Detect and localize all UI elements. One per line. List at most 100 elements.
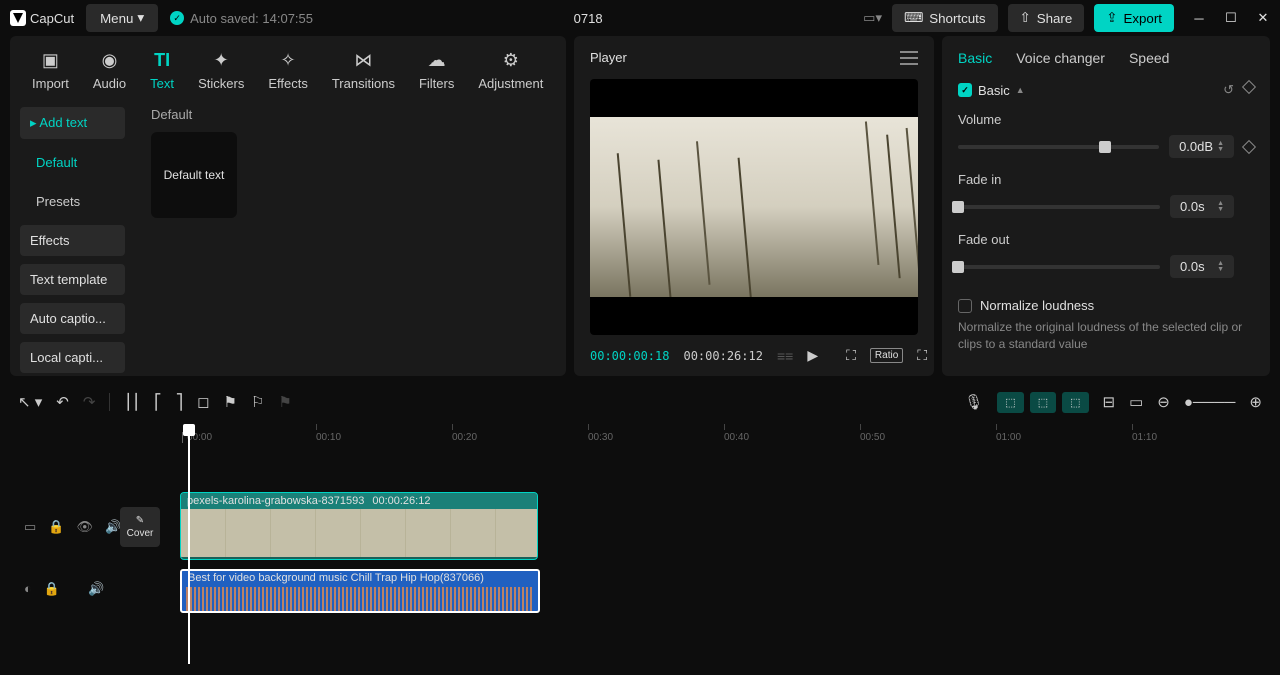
crop-tool-icon[interactable]: ◻ xyxy=(197,393,209,411)
tab-stickers[interactable]: ✦Stickers xyxy=(188,44,254,95)
titlebar-actions: ▭▾ ⌨ Shortcuts ⇧ Share ⇪ Export ─ ☐ ✕ xyxy=(863,4,1270,32)
snap-3-icon[interactable]: ⬚ xyxy=(1062,392,1088,413)
crop-icon[interactable]: ⛶ xyxy=(846,347,856,364)
volume-value[interactable]: 0.0dB▲▼ xyxy=(1169,135,1234,158)
tab-text[interactable]: TIText xyxy=(140,44,184,95)
player-title: Player xyxy=(590,50,627,65)
minimize-icon[interactable]: ─ xyxy=(1192,11,1206,25)
compare-icon[interactable]: ≡≡ xyxy=(777,348,793,364)
volume-keyframe-icon[interactable] xyxy=(1242,139,1256,153)
select-tool-icon[interactable]: ↖ ▾ xyxy=(18,393,42,411)
ruler-tick: 00:20 xyxy=(452,432,477,443)
track-mute-icon[interactable]: 🔊 xyxy=(105,519,121,535)
export-button[interactable]: ⇪ Export xyxy=(1094,4,1174,32)
normalize-checkbox[interactable] xyxy=(958,299,972,313)
track-visibility-icon[interactable]: 👁 xyxy=(76,519,93,535)
project-title: 0718 xyxy=(325,11,851,26)
ratio-button[interactable]: Ratio xyxy=(870,348,903,363)
tab-audio[interactable]: ◉Audio xyxy=(83,44,136,95)
track-lock-icon[interactable]: 🔒 xyxy=(48,519,64,535)
player-viewport[interactable] xyxy=(590,79,918,335)
fade-out-slider[interactable] xyxy=(958,265,1160,269)
audio-lock-icon[interactable]: 🔒 xyxy=(44,581,60,597)
audio-mute-icon[interactable]: 🔊 xyxy=(88,581,104,597)
default-text-preset[interactable]: Default text xyxy=(151,132,237,218)
snap-1-icon[interactable]: ⬚ xyxy=(997,392,1023,413)
align-icon[interactable]: ⊟ xyxy=(1103,393,1116,411)
reset-icon[interactable]: ↺ xyxy=(1223,82,1234,98)
sidebar-local-captions[interactable]: Local capti... xyxy=(20,342,125,373)
timeline-ruler[interactable]: 00:00 00:10 00:20 00:30 00:40 00:50 01:0… xyxy=(170,424,1270,452)
autosave-status: ✓ Auto saved: 14:07:55 xyxy=(170,11,313,26)
chevron-up-icon[interactable]: ▲ xyxy=(1016,85,1025,95)
tab-adjustment[interactable]: ⚙Adjustment xyxy=(468,44,553,95)
flag-icon[interactable]: ⚑ xyxy=(278,393,291,411)
tab-voice-changer[interactable]: Voice changer xyxy=(1016,50,1105,66)
tab-speed[interactable]: Speed xyxy=(1129,50,1169,66)
fade-in-slider[interactable] xyxy=(958,205,1160,209)
zoom-in-icon[interactable]: ⊕ xyxy=(1249,393,1262,411)
aspect-ratio-icon[interactable]: ▭▾ xyxy=(863,10,882,26)
redo-icon[interactable]: ↷ xyxy=(83,393,96,411)
maximize-icon[interactable]: ☐ xyxy=(1224,11,1238,25)
track-collapse-icon[interactable]: ▭ xyxy=(24,519,36,535)
audio-clip-header: Best for video background music Chill Tr… xyxy=(182,571,538,585)
top-tabs: ▣Import ◉Audio TIText ✦Stickers ✧Effects… xyxy=(10,36,566,95)
timeline[interactable]: 00:00 00:10 00:20 00:30 00:40 00:50 01:0… xyxy=(10,424,1270,612)
video-clip[interactable]: pexels-karolina-grabowska-8371593 00:00:… xyxy=(180,492,538,560)
ruler-tick: 01:00 xyxy=(996,432,1021,443)
trim-left-icon[interactable]: ⎡ xyxy=(154,393,162,411)
left-content: ▸ Add text Default Presets Effects Text … xyxy=(10,95,566,385)
transitions-icon: ⋈ xyxy=(351,48,375,72)
snap-group: ⬚ ⬚ ⬚ xyxy=(997,392,1088,413)
keyframe-icon[interactable] xyxy=(1242,80,1256,94)
basic-section-header: ✓ Basic ▲ ↺ xyxy=(958,82,1254,98)
volume-slider[interactable] xyxy=(958,145,1159,149)
fade-in-value[interactable]: 0.0s▲▼ xyxy=(1170,195,1234,218)
playhead[interactable] xyxy=(188,424,190,664)
ruler-tick: 01:10 xyxy=(1132,432,1157,443)
audio-track-icon[interactable]: ◐ xyxy=(24,581,32,597)
mic-icon[interactable]: 🎙 xyxy=(964,393,983,411)
marker-out-icon[interactable]: ⚐ xyxy=(251,393,264,411)
chevron-down-icon: ▾ xyxy=(137,10,144,26)
sidebar-text-template[interactable]: Text template xyxy=(20,264,125,295)
sidebar-default[interactable]: Default xyxy=(20,147,125,178)
basic-toggle-icon[interactable]: ✓ xyxy=(958,83,972,97)
tab-import[interactable]: ▣Import xyxy=(22,44,79,95)
play-icon[interactable]: ▶ xyxy=(807,347,818,364)
sidebar-presets[interactable]: Presets xyxy=(20,186,125,217)
share-button[interactable]: ⇧ Share xyxy=(1008,4,1085,32)
audio-clip[interactable]: Best for video background music Chill Tr… xyxy=(180,569,540,613)
tab-filters[interactable]: ☁Filters xyxy=(409,44,464,95)
zoom-out-icon[interactable]: ⊖ xyxy=(1157,393,1170,411)
text-sidebar: ▸ Add text Default Presets Effects Text … xyxy=(10,95,135,385)
snap-2-icon[interactable]: ⬚ xyxy=(1030,392,1056,413)
undo-icon[interactable]: ↶ xyxy=(56,393,69,411)
fade-out-value[interactable]: 0.0s▲▼ xyxy=(1170,255,1234,278)
trim-right-icon[interactable]: ⎤ xyxy=(176,393,184,411)
current-time: 00:00:00:18 xyxy=(590,349,669,363)
shortcuts-button[interactable]: ⌨ Shortcuts xyxy=(892,4,998,32)
tab-effects[interactable]: ✧Effects xyxy=(258,44,318,95)
cover-button[interactable]: ✎ Cover xyxy=(120,507,160,547)
fullscreen-icon[interactable]: ⛶ xyxy=(917,347,927,364)
video-track-controls: ▭ 🔒 👁 🔊 xyxy=(10,519,120,535)
player-panel: Player 00:00:00:18 00:00:26:12 ≡≡ ▶ ⛶ Ra… xyxy=(574,36,934,376)
inspector-panel: Basic Voice changer Speed ✓ Basic ▲ ↺ Vo… xyxy=(942,36,1270,376)
preview-toggle-icon[interactable]: ▭ xyxy=(1129,393,1143,411)
split-icon[interactable]: ⎮⎮ xyxy=(124,393,140,411)
titlebar: CapCut Menu ▾ ✓ Auto saved: 14:07:55 071… xyxy=(0,0,1280,36)
marker-in-icon[interactable]: ⚑ xyxy=(224,393,237,411)
sidebar-effects[interactable]: Effects xyxy=(20,225,125,256)
tab-basic-inspector[interactable]: Basic xyxy=(958,50,992,66)
player-menu-icon[interactable] xyxy=(900,51,918,65)
ruler-tick: 00:30 xyxy=(588,432,613,443)
tab-transitions[interactable]: ⋈Transitions xyxy=(322,44,405,95)
fade-in-row: Fade in 0.0s▲▼ xyxy=(958,172,1254,218)
menu-button[interactable]: Menu ▾ xyxy=(86,4,158,32)
sidebar-add-text[interactable]: ▸ Add text xyxy=(20,107,125,139)
close-icon[interactable]: ✕ xyxy=(1256,11,1270,25)
sidebar-auto-captions[interactable]: Auto captio... xyxy=(20,303,125,334)
zoom-slider[interactable]: ●──── xyxy=(1184,394,1236,411)
